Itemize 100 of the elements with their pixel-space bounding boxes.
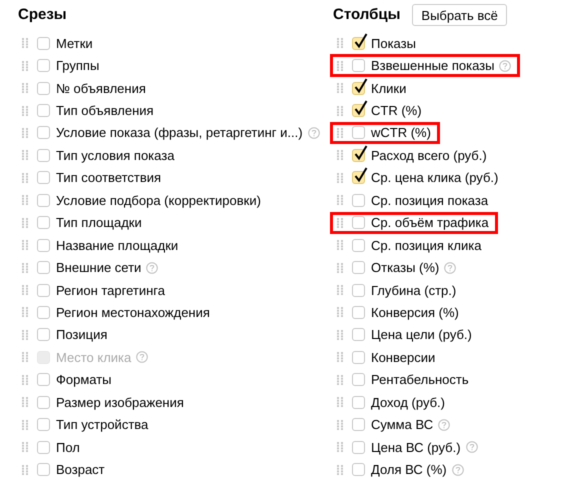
drag-handle-icon[interactable] xyxy=(337,397,343,408)
drag-handle-icon[interactable] xyxy=(337,285,343,296)
drag-handle-icon[interactable] xyxy=(22,60,28,71)
drag-handle-icon[interactable] xyxy=(22,83,28,94)
drag-handle-icon[interactable] xyxy=(22,150,28,160)
checkbox[interactable] xyxy=(37,194,50,207)
drag-handle-icon[interactable] xyxy=(22,172,28,183)
drag-handle-icon[interactable] xyxy=(22,420,28,430)
drag-handle-icon[interactable] xyxy=(337,106,343,116)
drag-handle-icon[interactable] xyxy=(337,352,343,362)
checkbox[interactable] xyxy=(352,82,365,95)
drag-handle-icon[interactable] xyxy=(22,262,28,273)
checkbox[interactable] xyxy=(37,104,50,118)
checkbox[interactable] xyxy=(37,171,50,184)
drag-handle-icon[interactable] xyxy=(337,38,343,48)
checkbox[interactable] xyxy=(37,284,50,297)
option-label: Тип площадки xyxy=(56,215,142,230)
checkbox[interactable] xyxy=(352,284,365,297)
checkbox[interactable] xyxy=(352,216,365,230)
checkbox[interactable] xyxy=(37,238,50,252)
checkbox[interactable] xyxy=(352,373,365,386)
drag-handle-icon[interactable] xyxy=(22,374,28,385)
option-label: Группы xyxy=(56,58,100,74)
drag-handle-icon[interactable] xyxy=(337,83,343,94)
drag-handle-icon[interactable] xyxy=(337,240,343,250)
help-icon[interactable] xyxy=(466,441,478,454)
checkbox[interactable] xyxy=(352,440,365,454)
drag-handle-icon[interactable] xyxy=(22,464,28,475)
option-label: Название площадки xyxy=(56,238,178,253)
checkbox[interactable] xyxy=(352,148,365,162)
checkbox[interactable] xyxy=(352,463,365,476)
checkbox[interactable] xyxy=(352,126,365,140)
checkbox[interactable] xyxy=(37,440,50,454)
help-icon[interactable] xyxy=(444,262,456,274)
drag-handle-icon[interactable] xyxy=(22,38,28,48)
checkbox[interactable] xyxy=(352,238,365,252)
drag-handle-icon[interactable] xyxy=(337,218,343,228)
checkbox[interactable] xyxy=(37,216,50,230)
option-label: Отказы (%) xyxy=(371,260,440,276)
option-label: Расход всего (руб.) xyxy=(371,148,487,163)
drag-handle-icon[interactable] xyxy=(22,307,28,318)
checkbox[interactable] xyxy=(37,59,50,72)
help-icon[interactable] xyxy=(438,418,450,431)
drag-handle-icon[interactable] xyxy=(22,218,28,228)
drag-handle-icon[interactable] xyxy=(22,442,28,452)
option-label: Тип условия показа xyxy=(56,148,174,163)
drag-handle-icon[interactable] xyxy=(337,374,343,385)
drag-handle-icon[interactable] xyxy=(337,60,343,71)
option-label: Пол xyxy=(56,440,80,455)
checkbox[interactable] xyxy=(37,463,50,476)
help-icon[interactable] xyxy=(308,126,320,139)
checkbox[interactable] xyxy=(37,306,50,319)
drag-handle-icon[interactable] xyxy=(337,262,343,273)
drag-handle-icon[interactable] xyxy=(22,195,28,206)
checkbox[interactable] xyxy=(37,148,50,162)
option-label: Условие показа (фразы, ретаргетинг и...) xyxy=(56,125,303,140)
checkbox[interactable] xyxy=(37,82,50,95)
drag-handle-icon[interactable] xyxy=(337,420,343,430)
checkbox[interactable] xyxy=(352,36,365,50)
drag-handle-icon[interactable] xyxy=(22,128,28,138)
checkbox[interactable] xyxy=(352,261,365,274)
checkbox[interactable] xyxy=(37,418,50,432)
checkbox[interactable] xyxy=(352,396,365,409)
checkbox[interactable] xyxy=(352,59,365,72)
select-all-button[interactable]: Выбрать всё xyxy=(412,4,507,26)
checkbox[interactable] xyxy=(37,328,50,342)
help-icon[interactable] xyxy=(452,464,464,476)
drag-handle-icon[interactable] xyxy=(22,330,28,340)
drag-handle-icon[interactable] xyxy=(337,330,343,340)
drag-handle-icon[interactable] xyxy=(337,307,343,318)
checkbox[interactable] xyxy=(352,194,365,207)
drag-handle-icon[interactable] xyxy=(337,172,343,183)
option-label: Ср. позиция клика xyxy=(371,238,482,253)
option-label: Тип объявления xyxy=(56,103,154,118)
checkbox[interactable] xyxy=(352,306,365,319)
drag-handle-icon[interactable] xyxy=(337,442,343,452)
drag-handle-icon[interactable] xyxy=(22,240,28,250)
checkbox[interactable] xyxy=(37,36,50,50)
checkbox[interactable] xyxy=(352,350,365,364)
help-icon[interactable] xyxy=(499,60,512,72)
drag-handle-icon[interactable] xyxy=(22,106,28,116)
drag-handle-icon[interactable] xyxy=(337,150,343,160)
checkbox[interactable] xyxy=(37,126,50,140)
check-icon xyxy=(354,32,368,49)
option-label: Рентабельность xyxy=(371,372,469,388)
help-icon[interactable] xyxy=(146,262,158,274)
checkbox[interactable] xyxy=(37,261,50,274)
checkbox[interactable] xyxy=(37,373,50,386)
checkbox[interactable] xyxy=(37,396,50,409)
drag-handle-icon[interactable] xyxy=(22,397,28,408)
checkbox[interactable] xyxy=(352,418,365,432)
option-label: Возраст xyxy=(56,462,105,478)
option-label: Цена ВС (руб.) xyxy=(371,440,461,455)
drag-handle-icon[interactable] xyxy=(337,464,343,475)
option-label: Регион таргетинга xyxy=(56,282,165,298)
drag-handle-icon[interactable] xyxy=(22,285,28,296)
drag-handle-icon[interactable] xyxy=(337,195,343,206)
drag-handle-icon[interactable] xyxy=(337,128,343,138)
checkbox[interactable] xyxy=(352,328,365,342)
option-label: Глубина (стр.) xyxy=(371,282,456,298)
